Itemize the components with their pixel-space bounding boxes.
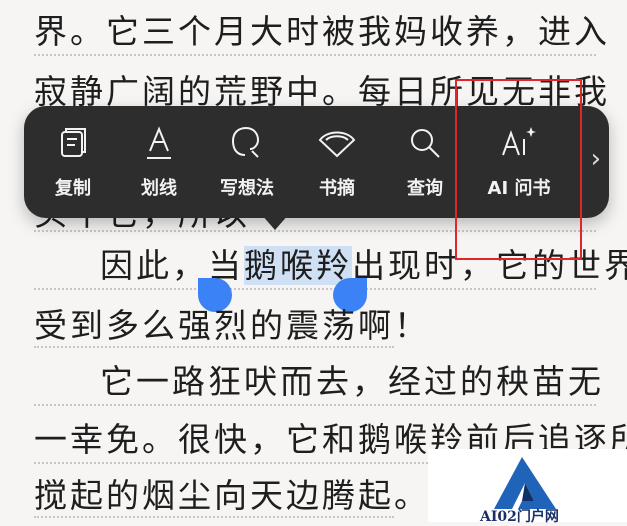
text-line-1: 界。它三个月大时被我妈收养，进入 (34, 12, 610, 51)
selected-text[interactable]: 鹅喉羚 (244, 246, 352, 285)
chevron-right-icon[interactable]: › (591, 144, 601, 174)
ai-button-highlight-box (455, 79, 582, 260)
underline-icon (116, 122, 202, 164)
excerpt-button[interactable]: 书摘 (294, 122, 380, 206)
write-thought-label: 写想法 (220, 178, 274, 199)
watermark-logo (494, 457, 556, 509)
text-line-6: 它一路狂吠而去，经过的秧苗无 (100, 362, 604, 401)
underline-button[interactable]: 划线 (116, 122, 202, 206)
excerpt-fan-icon (294, 122, 380, 164)
thought-bubble-icon (204, 122, 290, 164)
copy-button[interactable]: 复制 (30, 122, 116, 206)
line-divider (34, 346, 394, 348)
line-divider (34, 404, 596, 406)
line-divider (34, 516, 394, 518)
line-divider (34, 54, 596, 56)
write-thought-button[interactable]: 写想法 (204, 122, 290, 206)
text-line-5: 受到多么强烈的震荡啊！ (34, 306, 430, 345)
toolbar-pointer (261, 214, 289, 230)
copy-label: 复制 (55, 178, 91, 199)
watermark-text: AI02门户网 (480, 509, 559, 525)
underline-label: 划线 (141, 178, 177, 199)
text-line-8: 搅起的烟尘向天边腾起。 (34, 476, 430, 515)
copy-icon (30, 122, 116, 164)
line-divider (34, 288, 596, 290)
excerpt-label: 书摘 (319, 178, 355, 199)
